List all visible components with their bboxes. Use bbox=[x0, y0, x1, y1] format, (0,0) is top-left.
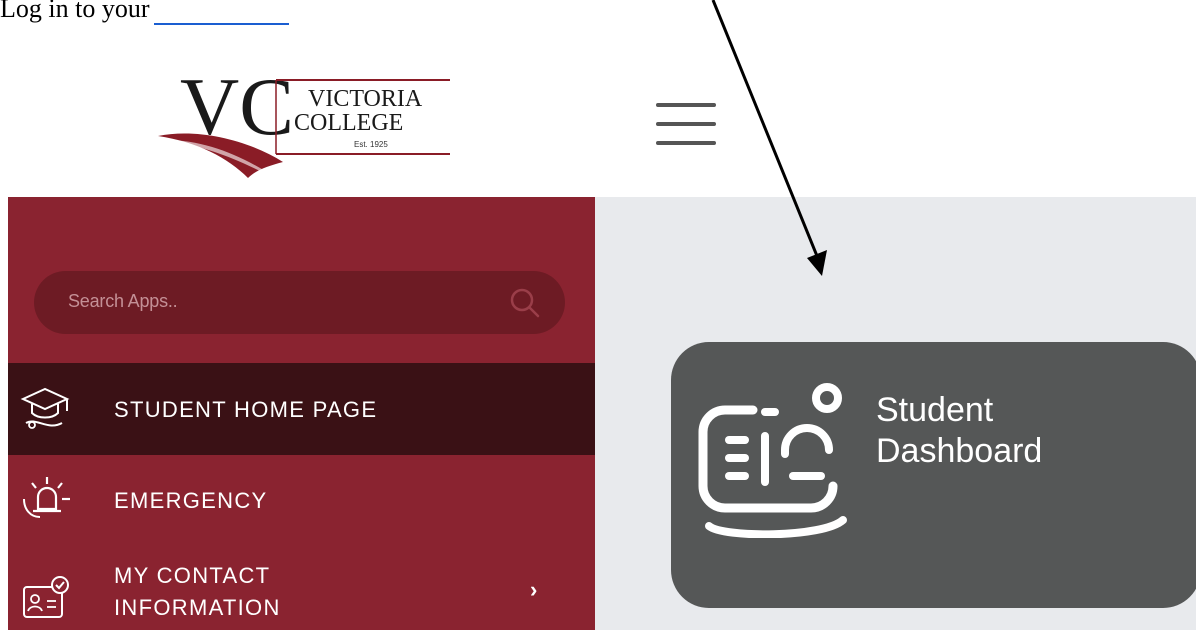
search-placeholder: Search Apps.. bbox=[68, 291, 178, 311]
document-text: Log in to your bbox=[0, 0, 289, 25]
document-line: Log in to your bbox=[0, 0, 150, 23]
student-dashboard-tile[interactable]: Student Dashboard bbox=[671, 342, 1196, 608]
dashboard-icon bbox=[698, 383, 847, 538]
document-link[interactable] bbox=[153, 23, 289, 25]
sidebar-item-my-contact-information[interactable]: MY CONTACT INFORMATION › bbox=[8, 545, 595, 630]
graduation-cap-icon bbox=[20, 387, 70, 429]
hamburger-icon[interactable] bbox=[656, 103, 716, 149]
sidebar-item-label-line-2: INFORMATION bbox=[114, 595, 281, 620]
tile-title: Student Dashboard bbox=[876, 390, 1166, 472]
search-icon[interactable] bbox=[509, 287, 541, 319]
logo-established: Est. 1925 bbox=[354, 140, 388, 149]
chevron-right-icon: › bbox=[530, 577, 538, 602]
sidebar-item-label: EMERGENCY bbox=[114, 488, 268, 513]
search-input[interactable]: Search Apps.. bbox=[34, 271, 565, 334]
sidebar-item-emergency[interactable]: EMERGENCY bbox=[8, 455, 595, 545]
victoria-college-logo: VC VICTORIA COLLEGE Est. 1925 bbox=[158, 70, 450, 180]
tile-title-line-1: Student bbox=[876, 391, 994, 429]
logo-line-2: COLLEGE bbox=[294, 110, 403, 136]
tile-title-line-2: Dashboard bbox=[876, 432, 1043, 470]
logo-monogram-v: VC bbox=[180, 70, 294, 152]
main-content: Student Dashboard bbox=[595, 197, 1196, 630]
contact-card-icon bbox=[23, 576, 69, 618]
sidebar: Search Apps.. STUDENT HOME PAGE EMERGENC… bbox=[8, 197, 595, 630]
sidebar-item-label: STUDENT HOME PAGE bbox=[114, 397, 378, 422]
sidebar-item-label-line-1: MY CONTACT bbox=[114, 563, 271, 588]
logo-line-1: VICTORIA bbox=[308, 86, 423, 112]
emergency-alarm-icon bbox=[23, 477, 70, 518]
sidebar-item-student-home-page[interactable]: STUDENT HOME PAGE bbox=[8, 363, 595, 455]
